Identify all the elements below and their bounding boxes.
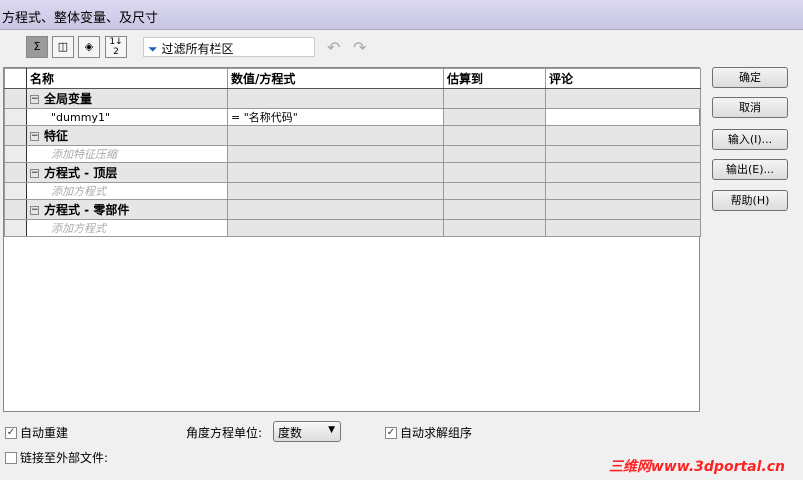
filter-input[interactable]: ⏷ 过滤所有栏区 [143, 37, 315, 57]
group-label[interactable]: − 全局变量 [26, 88, 228, 109]
help-button[interactable]: 帮助(H) [712, 190, 788, 211]
collapse-icon[interactable]: − [30, 169, 39, 178]
evaluates-cell [443, 182, 546, 200]
column-header-name[interactable]: 名称 [26, 68, 228, 89]
group-title: 方程式 - 顶层 [44, 166, 118, 180]
table-header: 名称 数值/方程式 估算到 评论 [4, 68, 701, 89]
group-label[interactable]: − 方程式 - 零部件 [26, 199, 228, 220]
link-external-checkbox[interactable]: 链接至外部文件: [5, 449, 108, 466]
table-row[interactable]: 添加方程式 [4, 182, 701, 200]
checkbox-icon: ✓ [5, 426, 17, 439]
cell [227, 162, 444, 183]
group-title: 特征 [44, 129, 69, 143]
group-row[interactable]: − 方程式 - 零部件 [4, 199, 701, 220]
cell [227, 199, 444, 220]
ordered-view-button[interactable]: 1↓ 2 [105, 36, 127, 58]
name-cell[interactable]: "dummy1" [26, 108, 228, 126]
evaluates-cell [443, 145, 546, 163]
window-title: 方程式、整体变量、及尺寸 [0, 0, 803, 30]
row-header[interactable] [4, 88, 27, 109]
sketch-equation-view-button[interactable]: ◫ [52, 36, 74, 58]
angle-unit-select[interactable]: 度数 ▼ [273, 421, 341, 442]
cell [443, 199, 546, 220]
dropdown-arrow-icon: ▼ [328, 425, 335, 435]
redo-icon[interactable]: ↷ [353, 38, 366, 57]
checkbox-icon [5, 451, 17, 464]
row-header[interactable] [4, 125, 27, 146]
column-header-value[interactable]: 数值/方程式 [227, 68, 444, 89]
group-row[interactable]: − 特征 [4, 125, 701, 146]
angle-unit-label: 角度方程单位: [186, 426, 263, 440]
watermark: 三维网www.3dportal.cn [608, 459, 785, 475]
filter-icon: ⏷ [148, 42, 158, 56]
cancel-button[interactable]: 取消 [712, 97, 788, 118]
collapse-icon[interactable]: − [30, 206, 39, 215]
collapse-icon[interactable]: − [30, 95, 39, 104]
evaluates-cell [443, 108, 546, 126]
group-label[interactable]: − 方程式 - 顶层 [26, 162, 228, 183]
cell [545, 88, 701, 109]
equation-view-button[interactable]: Σ [26, 36, 48, 58]
row-header[interactable] [4, 162, 27, 183]
equations-table: 名称 数值/方程式 估算到 评论 − 全局变量 "dummy1" = "名称代码" − 特… [3, 67, 701, 412]
add-row-placeholder[interactable]: 添加特征压缩 [26, 145, 228, 163]
row-header[interactable] [4, 108, 27, 126]
add-row-placeholder[interactable]: 添加方程式 [26, 182, 228, 200]
cell [545, 199, 701, 220]
row-header[interactable] [4, 145, 27, 163]
cell [227, 125, 444, 146]
add-row-placeholder[interactable]: 添加方程式 [26, 219, 228, 237]
cell [443, 88, 546, 109]
table-row[interactable]: "dummy1" = "名称代码" [4, 108, 701, 126]
group-title: 全局变量 [44, 92, 93, 106]
value-cell[interactable]: = "名称代码" [227, 108, 444, 126]
auto-rebuild-label: 自动重建 [20, 426, 69, 440]
cell [545, 125, 701, 146]
link-external-label: 链接至外部文件: [20, 451, 109, 465]
cell [545, 162, 701, 183]
cell [227, 88, 444, 109]
filter-placeholder: 过滤所有栏区 [161, 42, 234, 56]
row-header-corner [4, 68, 27, 89]
group-label[interactable]: − 特征 [26, 125, 228, 146]
column-header-evaluates[interactable]: 估算到 [443, 68, 546, 89]
value-cell[interactable] [227, 219, 444, 237]
auto-rebuild-checkbox[interactable]: ✓ 自动重建 [5, 424, 68, 441]
comment-cell[interactable] [545, 145, 701, 163]
checkbox-icon: ✓ [385, 426, 397, 439]
group-title: 方程式 - 零部件 [44, 203, 130, 217]
ok-button[interactable]: 确定 [712, 67, 788, 88]
group-row[interactable]: − 方程式 - 顶层 [4, 162, 701, 183]
row-header[interactable] [4, 219, 27, 237]
row-header[interactable] [4, 182, 27, 200]
export-button[interactable]: 输出(E)... [712, 159, 788, 180]
table-row[interactable]: 添加特征压缩 [4, 145, 701, 163]
value-cell[interactable] [227, 145, 444, 163]
cell [443, 125, 546, 146]
collapse-icon[interactable]: − [30, 132, 39, 141]
evaluates-cell [443, 219, 546, 237]
auto-solve-order-checkbox[interactable]: ✓ 自动求解组序 [385, 424, 472, 441]
comment-cell[interactable] [545, 108, 701, 126]
cell [443, 162, 546, 183]
table-row[interactable]: 添加方程式 [4, 219, 701, 237]
auto-solve-label: 自动求解组序 [400, 426, 473, 440]
angle-unit-value: 度数 [278, 426, 303, 440]
row-header[interactable] [4, 199, 27, 220]
comment-cell[interactable] [545, 219, 701, 237]
group-row[interactable]: − 全局变量 [4, 88, 701, 109]
dimension-view-button[interactable]: ◈ [78, 36, 100, 58]
value-cell[interactable] [227, 182, 444, 200]
comment-cell[interactable] [545, 182, 701, 200]
column-header-comment[interactable]: 评论 [545, 68, 701, 89]
undo-icon[interactable]: ↶ [327, 38, 340, 57]
import-button[interactable]: 输入(I)... [712, 129, 788, 150]
